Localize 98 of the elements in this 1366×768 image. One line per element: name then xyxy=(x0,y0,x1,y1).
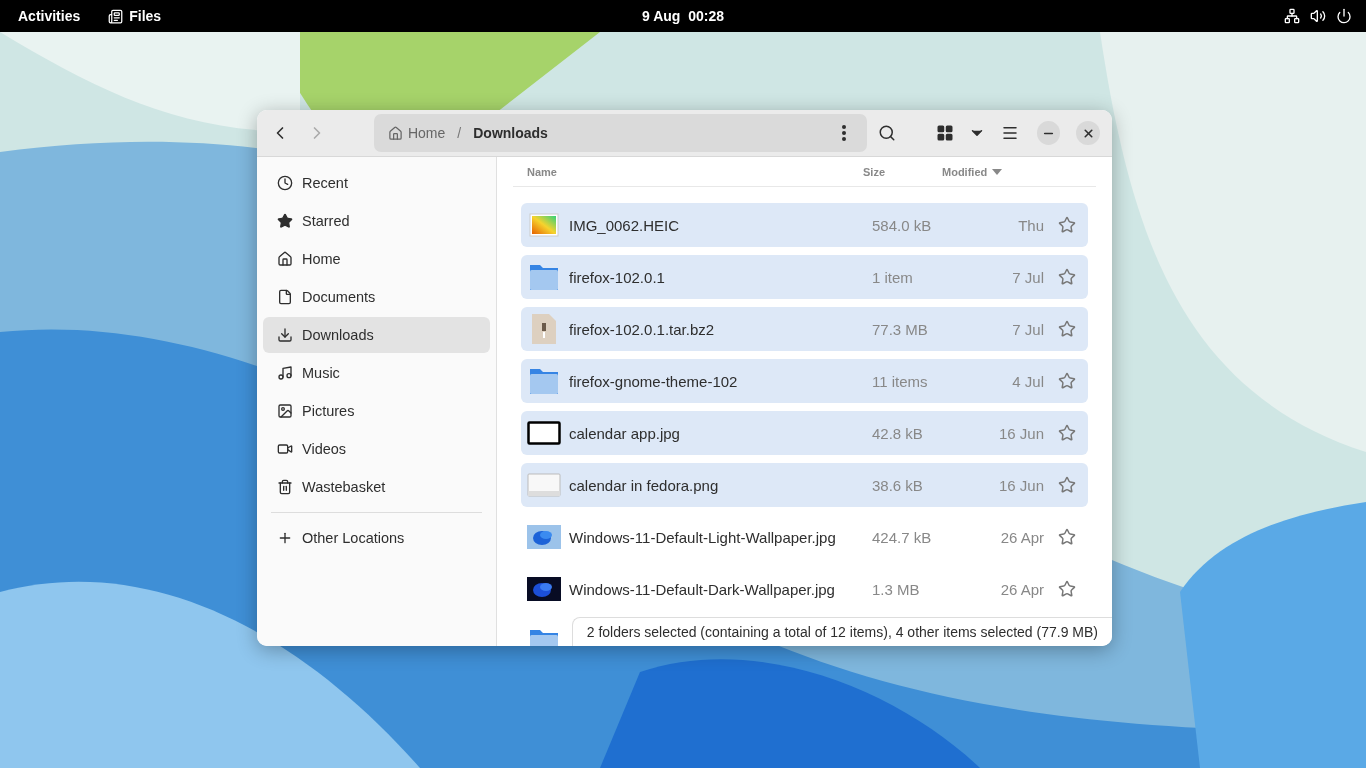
file-name: firefox-102.0.1.tar.bz2 xyxy=(569,320,716,338)
star-button[interactable] xyxy=(1058,580,1076,598)
file-size: 42.8 kB xyxy=(872,424,924,442)
star-icon xyxy=(1058,580,1076,598)
network-icon[interactable] xyxy=(1284,8,1300,24)
breadcrumb[interactable]: Home xyxy=(383,125,450,141)
star-icon xyxy=(277,213,293,229)
clock[interactable]: 9 Aug 00:28 xyxy=(642,8,724,24)
file-row[interactable]: Windows-11-Default-Light-Wallpaper.jpg 424.7 kB 26 Apr xyxy=(521,515,1088,559)
star-button[interactable] xyxy=(1058,320,1076,338)
sidebar-item[interactable]: Other Locations xyxy=(263,520,490,556)
app-icon xyxy=(108,8,124,24)
folder-icon xyxy=(529,262,559,292)
app-menu-button[interactable]: Files xyxy=(100,8,170,24)
grid-icon xyxy=(935,124,954,142)
vertical-dots-icon xyxy=(841,125,846,141)
file-name: IMG_0062.HEIC xyxy=(569,216,681,234)
file-row[interactable]: firefox-gnome-theme-102 11 items 4 Jul xyxy=(521,359,1088,403)
file-modified: 4 Jul xyxy=(1011,372,1044,390)
video-camera-icon xyxy=(277,441,293,457)
sidebar-item[interactable]: Wastebasket xyxy=(263,469,490,505)
music-icon xyxy=(277,365,293,381)
file-row[interactable]: firefox-102.0.1.tar.bz2 77.3 MB 7 Jul xyxy=(521,307,1088,351)
file-size: 11 items xyxy=(872,372,929,390)
file-name: calendar app.jpg xyxy=(569,424,681,442)
download-icon xyxy=(277,327,293,343)
screenshot-thumbnail-icon xyxy=(527,473,561,497)
document-icon xyxy=(277,289,293,305)
clock-icon xyxy=(277,175,293,191)
file-name: Windows-11-Default-Light-Wallpaper.jpg xyxy=(569,528,837,546)
star-button[interactable] xyxy=(1058,268,1076,286)
file-row[interactable]: calendar app.jpg 42.8 kB 16 Jun xyxy=(521,411,1088,455)
sidebar-item[interactable]: Downloads xyxy=(263,317,490,353)
image-icon xyxy=(277,403,293,419)
close-button[interactable] xyxy=(1076,121,1100,145)
sidebar-item[interactable]: Music xyxy=(263,355,490,391)
column-header[interactable]: Modified xyxy=(942,165,1082,178)
file-name: Windows-11-Default-Dark-Wallpaper.jpg xyxy=(569,580,836,598)
close-icon xyxy=(1081,126,1095,140)
star-icon xyxy=(1058,528,1076,546)
screenshot-thumbnail-icon xyxy=(527,421,561,445)
star-icon xyxy=(1058,320,1076,338)
file-row[interactable]: IMG_0062.HEIC 584.0 kB Thu xyxy=(521,203,1088,247)
star-icon xyxy=(1058,216,1076,234)
activities-button[interactable]: Activities xyxy=(10,8,89,24)
file-size: 424.7 kB xyxy=(872,528,933,546)
file-modified: 7 Jul xyxy=(1011,320,1044,338)
column-header[interactable]: Name xyxy=(527,165,863,178)
wallpaper-thumbnail-icon xyxy=(527,577,561,601)
file-row[interactable]: Windows-11-Default-Dark-Wallpaper.jpg 1.3 MB 26 Apr xyxy=(521,567,1088,611)
file-row[interactable]: firefox-102.0.1 1 item 7 Jul xyxy=(521,255,1088,299)
menu-icon xyxy=(1001,124,1019,142)
sidebar-item[interactable]: Home xyxy=(263,241,490,277)
breadcrumb[interactable]: Downloads xyxy=(469,125,552,141)
file-size: 1 item xyxy=(872,268,914,286)
file-name: calendar in fedora.png xyxy=(569,476,720,494)
sort-caret-icon xyxy=(991,167,1004,176)
path-separator: / xyxy=(456,125,463,141)
star-icon xyxy=(1058,268,1076,286)
power-icon[interactable] xyxy=(1336,8,1352,24)
file-size: 584.0 kB xyxy=(872,216,933,234)
file-modified: 26 Apr xyxy=(999,528,1044,546)
star-button[interactable] xyxy=(1058,528,1076,546)
wallpaper-thumbnail-icon xyxy=(527,525,561,549)
search-icon xyxy=(878,124,897,142)
star-button[interactable] xyxy=(1058,372,1076,390)
star-button[interactable] xyxy=(1058,216,1076,234)
star-button[interactable] xyxy=(1058,424,1076,442)
sidebar-item[interactable]: Documents xyxy=(263,279,490,315)
home-icon xyxy=(277,251,293,267)
file-modified: 16 Jun xyxy=(997,424,1044,442)
column-header[interactable]: Size xyxy=(863,165,942,178)
file-size: 38.6 kB xyxy=(872,476,924,494)
star-icon xyxy=(1058,476,1076,494)
file-size: 77.3 MB xyxy=(872,320,929,338)
plus-icon xyxy=(277,530,293,546)
file-modified: 26 Apr xyxy=(999,580,1044,598)
file-modified: 7 Jul xyxy=(1011,268,1044,286)
trash-icon xyxy=(277,479,293,495)
file-modified: Thu xyxy=(1017,216,1044,234)
image-thumbnail-icon xyxy=(529,212,559,238)
folder-icon xyxy=(529,366,559,396)
archive-file-icon xyxy=(529,313,559,345)
file-row[interactable]: calendar in fedora.png 38.6 kB 16 Jun xyxy=(521,463,1088,507)
volume-icon[interactable] xyxy=(1310,8,1326,24)
selection-status: 2 folders selected (containing a total of 12 items), 4 other items selected (77.9 MB) xyxy=(571,617,1112,646)
file-modified: 16 Jun xyxy=(997,476,1044,494)
sidebar-item[interactable]: Starred xyxy=(263,203,490,239)
star-icon xyxy=(1058,372,1076,390)
star-button[interactable] xyxy=(1058,476,1076,494)
sidebar-item[interactable]: Pictures xyxy=(263,393,490,429)
file-name: firefox-gnome-theme-102 xyxy=(569,372,739,390)
file-name: firefox-102.0.1 xyxy=(569,268,666,286)
home-icon xyxy=(387,125,403,141)
file-size: 1.3 MB xyxy=(872,580,921,598)
sidebar-item[interactable]: Recent xyxy=(263,165,490,201)
sidebar-item[interactable]: Videos xyxy=(263,431,490,467)
star-icon xyxy=(1058,424,1076,442)
